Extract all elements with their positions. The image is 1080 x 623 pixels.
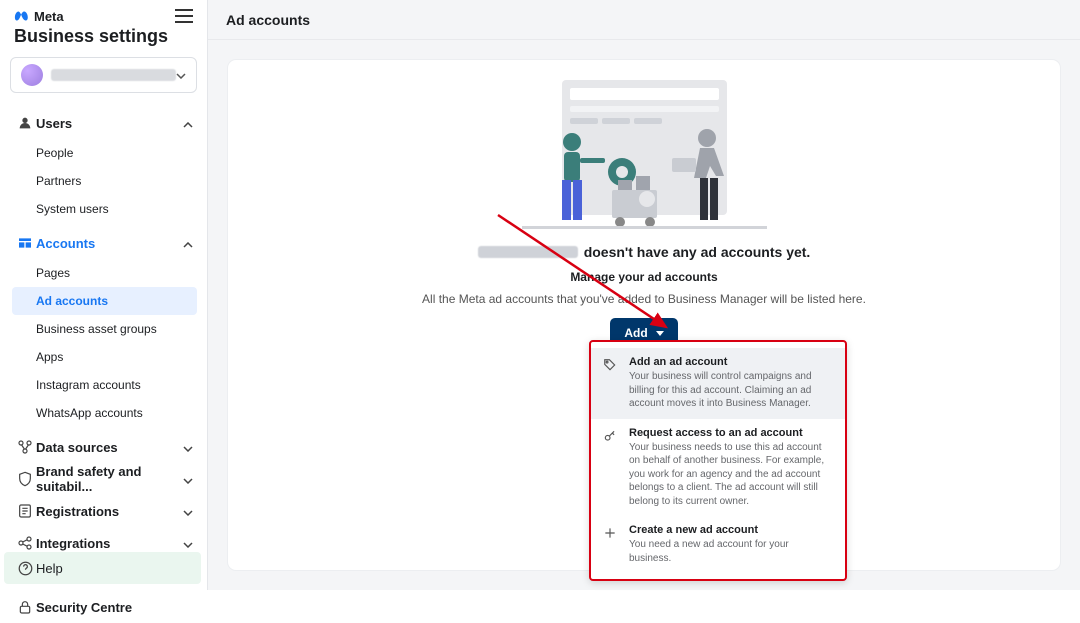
dropdown-item-title: Create a new ad account <box>629 524 833 536</box>
nav-label: Users <box>36 116 183 131</box>
registrations-icon <box>14 503 36 519</box>
nav-section-accounts[interactable]: Accounts <box>4 227 203 259</box>
help-label: Help <box>36 561 63 576</box>
sidebar-nav: Users People Partners System users Accou… <box>0 107 207 623</box>
users-icon <box>14 115 36 131</box>
dropdown-item-add-ad-account[interactable]: Add an ad account Your business will con… <box>591 348 845 419</box>
logo-row: Meta <box>0 0 207 26</box>
nav-label: Registrations <box>36 504 183 519</box>
main-body: doesn't have any ad accounts yet. Manage… <box>208 40 1080 590</box>
sidebar-item-ad-accounts[interactable]: Ad accounts <box>12 287 197 315</box>
tag-icon <box>603 356 619 411</box>
meta-logo-icon <box>14 8 30 24</box>
empty-title-text: doesn't have any ad accounts yet. <box>584 244 811 260</box>
content-card: doesn't have any ad accounts yet. Manage… <box>228 60 1060 570</box>
main-header: Ad accounts <box>208 0 1080 40</box>
business-name-blurred <box>51 69 176 81</box>
data-sources-icon <box>14 439 36 455</box>
chevron-down-icon <box>176 66 186 84</box>
dropdown-item-desc: Your business needs to use this ad accou… <box>629 441 833 509</box>
sidebar-item-apps[interactable]: Apps <box>36 343 203 371</box>
business-name-blurred <box>478 246 578 258</box>
nav-label: Accounts <box>36 236 183 251</box>
dropdown-item-text: Add an ad account Your business will con… <box>629 356 833 411</box>
chevron-down-icon <box>183 440 193 455</box>
nav-label: Security Centre <box>36 600 193 615</box>
empty-state-illustration <box>522 80 767 230</box>
nav-section-users[interactable]: Users <box>4 107 203 139</box>
business-selector[interactable] <box>10 57 197 93</box>
sidebar-item-whatsapp-accounts[interactable]: WhatsApp accounts <box>36 399 203 427</box>
sidebar-item-system-users[interactable]: System users <box>36 195 203 223</box>
nav-section-brand-safety[interactable]: Brand safety and suitabil... <box>4 463 203 495</box>
chevron-down-icon <box>183 472 193 487</box>
nav-label: Brand safety and suitabil... <box>36 464 183 494</box>
users-sublist: People Partners System users <box>4 139 203 227</box>
meta-logo-wrap: Meta <box>14 8 64 24</box>
nav-label: Data sources <box>36 440 183 455</box>
dropdown-item-desc: Your business will control campaigns and… <box>629 370 833 411</box>
main: Ad accounts <box>208 0 1080 590</box>
page-title: Business settings <box>0 26 207 57</box>
sidebar-item-people[interactable]: People <box>36 139 203 167</box>
business-avatar <box>21 64 43 86</box>
help-icon <box>14 561 36 576</box>
dropdown-item-request-access[interactable]: Request access to an ad account Your bus… <box>591 419 845 517</box>
empty-state-title: doesn't have any ad accounts yet. <box>478 244 811 260</box>
key-icon <box>603 427 619 509</box>
add-dropdown: Add an ad account Your business will con… <box>589 340 847 581</box>
add-button-label: Add <box>624 326 647 340</box>
main-header-title: Ad accounts <box>226 12 310 28</box>
dropdown-item-create-new[interactable]: Create a new ad account You need a new a… <box>591 516 845 573</box>
nav-section-data-sources[interactable]: Data sources <box>4 431 203 463</box>
hamburger-menu-button[interactable] <box>175 9 193 23</box>
lock-icon <box>14 599 36 615</box>
caret-down-icon <box>656 331 664 336</box>
sidebar-item-business-asset-groups[interactable]: Business asset groups <box>36 315 203 343</box>
help-button[interactable]: Help <box>4 552 201 584</box>
dropdown-item-title: Request access to an ad account <box>629 427 833 439</box>
integrations-icon <box>14 535 36 551</box>
dropdown-item-desc: You need a new ad account for your busin… <box>629 538 833 565</box>
shield-icon <box>14 471 36 487</box>
chevron-up-icon <box>183 236 193 251</box>
plus-icon <box>603 524 619 565</box>
sidebar-item-instagram-accounts[interactable]: Instagram accounts <box>36 371 203 399</box>
nav-label: Integrations <box>36 536 183 551</box>
chevron-up-icon <box>183 116 193 131</box>
dropdown-item-title: Add an ad account <box>629 356 833 368</box>
empty-state-description: All the Meta ad accounts that you've add… <box>422 292 866 306</box>
sidebar: Meta Business settings Users People Part… <box>0 0 208 590</box>
chevron-down-icon <box>183 536 193 551</box>
empty-state-subtitle: Manage your ad accounts <box>570 270 717 284</box>
sidebar-item-pages[interactable]: Pages <box>36 259 203 287</box>
dropdown-item-text: Request access to an ad account Your bus… <box>629 427 833 509</box>
meta-logo-text: Meta <box>34 9 64 24</box>
accounts-sublist: Pages Ad accounts Business asset groups … <box>4 259 203 431</box>
nav-section-registrations[interactable]: Registrations <box>4 495 203 527</box>
dropdown-item-text: Create a new ad account You need a new a… <box>629 524 833 565</box>
sidebar-item-partners[interactable]: Partners <box>36 167 203 195</box>
accounts-icon <box>14 235 36 251</box>
chevron-down-icon <box>183 504 193 519</box>
nav-item-security[interactable]: Security Centre <box>4 591 203 623</box>
